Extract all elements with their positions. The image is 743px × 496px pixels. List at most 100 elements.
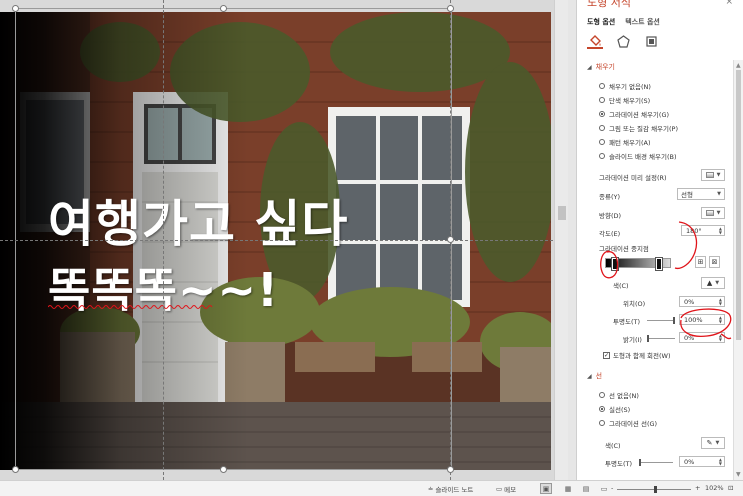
slide-sorter-icon[interactable]: ▦: [562, 483, 574, 494]
line-none-option[interactable]: 선 없음(N): [599, 390, 639, 400]
fill-none-option[interactable]: 채우기 없음(N): [599, 81, 651, 91]
reading-view-icon[interactable]: ▤: [580, 483, 592, 494]
radio-button-selected[interactable]: [599, 406, 605, 412]
scroll-thumb[interactable]: [736, 70, 741, 340]
resize-handle[interactable]: [12, 5, 19, 12]
spin-arrows-icon[interactable]: ▲ ▼: [719, 333, 722, 342]
gradient-stops-label: 그라데이션 중지점: [599, 245, 649, 253]
pane-scrollbar[interactable]: ▲ ▼: [733, 60, 743, 480]
fill-picture-option[interactable]: 그림 또는 질감 채우기(P): [599, 123, 678, 133]
spin-arrows-icon[interactable]: ▲ ▼: [719, 297, 722, 306]
pen-icon: ✎: [706, 439, 713, 447]
zoom-out-button[interactable]: -: [611, 484, 613, 492]
line-solid-option[interactable]: 실선(S): [599, 404, 630, 414]
slideshow-icon[interactable]: ▭: [598, 483, 610, 494]
color-picker-button[interactable]: ▲ ▼: [701, 277, 725, 289]
radio-button[interactable]: [599, 153, 605, 159]
tab-text-options[interactable]: 텍스트 옵션: [625, 17, 660, 27]
slider-knob[interactable]: [639, 459, 641, 466]
radio-button[interactable]: [599, 392, 605, 398]
checkmark-icon[interactable]: ✓: [603, 351, 610, 359]
size-properties-icon[interactable]: [643, 33, 659, 49]
fill-gradient-option[interactable]: 그라데이션 채우기(G): [599, 109, 669, 119]
zoom-in-button[interactable]: +: [695, 484, 700, 492]
resize-handle[interactable]: [12, 466, 19, 473]
canvas-scrollbar[interactable]: [554, 0, 568, 480]
comments-button[interactable]: ▭ 메모: [496, 484, 516, 494]
slider-knob[interactable]: [673, 317, 675, 324]
paint-bucket-icon: ▲: [706, 279, 713, 287]
resize-handle[interactable]: [220, 5, 227, 12]
position-label: 위치(O): [623, 300, 646, 308]
fill-solid-option[interactable]: 단색 채우기(S): [599, 95, 650, 105]
close-icon[interactable]: ×: [725, 0, 733, 7]
spin-arrows-icon[interactable]: ▲ ▼: [719, 315, 722, 324]
slide-title-line1[interactable]: 여행가고 싶다: [48, 184, 348, 256]
slide[interactable]: 여행가고 싶다 똑똑똑~~!: [0, 12, 551, 470]
brightness-slider[interactable]: [647, 335, 675, 342]
brightness-spinner[interactable]: 0% ▲ ▼: [679, 332, 725, 343]
zoom-level[interactable]: 102%: [705, 484, 724, 492]
spin-arrows-icon[interactable]: ▲ ▼: [719, 226, 722, 235]
line-color-button[interactable]: ✎ ▼: [701, 437, 725, 449]
fit-to-window-icon[interactable]: ⊡: [728, 484, 733, 492]
resize-handle[interactable]: [220, 466, 227, 473]
chevron-down-icon: ▼: [715, 440, 720, 446]
fill-background-option[interactable]: 슬라이드 배경 채우기(B): [599, 151, 676, 161]
line-section-header[interactable]: ◢ 선: [587, 371, 602, 381]
scroll-thumb[interactable]: [558, 206, 566, 220]
transparency-spinner[interactable]: 100% ▲ ▼: [679, 314, 725, 325]
radio-button-selected[interactable]: [599, 111, 605, 117]
normal-view-icon[interactable]: ▣: [540, 483, 552, 494]
notes-icon: ≐: [428, 485, 434, 493]
radio-button[interactable]: [599, 420, 605, 426]
angle-spinner[interactable]: 180° ▲ ▼: [681, 225, 725, 236]
spin-arrows-icon[interactable]: ▲ ▼: [719, 457, 722, 466]
slider-knob[interactable]: [654, 486, 657, 493]
notes-button[interactable]: ≐ 슬라이드 노트: [428, 484, 473, 494]
fill-section-header[interactable]: ◢ 채우기: [587, 62, 615, 72]
line-gradient-option[interactable]: 그라데이션 선(G): [599, 418, 657, 428]
gradient-preset-label: 그라데이션 미리 설정(R): [599, 174, 667, 182]
chevron-down-icon: ▼: [716, 210, 721, 216]
zoom-slider[interactable]: [617, 486, 691, 493]
direction-dropdown[interactable]: ▼: [701, 207, 725, 219]
line-transparency-slider[interactable]: [639, 459, 673, 466]
brightness-label: 밝기(I): [623, 336, 642, 344]
gradient-preset-dropdown[interactable]: ▼: [701, 169, 725, 181]
radio-button[interactable]: [599, 83, 605, 89]
swatch-icon: [705, 172, 714, 178]
color-label: 색(C): [613, 282, 629, 290]
add-stop-icon[interactable]: ⊞: [695, 256, 706, 268]
line-color-label: 색(C): [605, 442, 621, 450]
slider-knob[interactable]: [647, 335, 649, 342]
transparency-slider[interactable]: [647, 317, 675, 324]
resize-handle[interactable]: [447, 5, 454, 12]
collapse-triangle-icon: ◢: [587, 372, 592, 380]
radio-button[interactable]: [599, 97, 605, 103]
fill-line-icon[interactable]: [587, 33, 603, 49]
remove-stop-icon[interactable]: ⊠: [709, 256, 720, 268]
gradient-stops-bar[interactable]: [605, 257, 671, 271]
tab-shape-options[interactable]: 도형 옵션: [587, 17, 615, 27]
gradient-stop-handle[interactable]: [655, 257, 663, 271]
chevron-down-icon: ▼: [715, 280, 720, 286]
position-spinner[interactable]: 0% ▲ ▼: [679, 296, 725, 307]
chevron-down-icon: ▼: [717, 191, 721, 197]
resize-handle[interactable]: [447, 236, 454, 243]
line-transparency-spinner[interactable]: 0% ▲ ▼: [679, 456, 725, 467]
type-dropdown[interactable]: 선형 ▼: [677, 188, 725, 200]
radio-button[interactable]: [599, 139, 605, 145]
effects-icon[interactable]: [615, 33, 631, 49]
slide-canvas[interactable]: 여행가고 싶다 똑똑똑~~!: [0, 0, 568, 480]
fill-pattern-option[interactable]: 패턴 채우기(A): [599, 137, 651, 147]
resize-handle[interactable]: [447, 466, 454, 473]
spellcheck-underline: [48, 305, 213, 309]
gradient-stop-handle[interactable]: [611, 257, 619, 271]
chevron-down-icon: ▼: [716, 172, 721, 178]
scroll-down-icon[interactable]: ▼: [736, 471, 741, 478]
scroll-up-icon[interactable]: ▲: [736, 62, 741, 69]
radio-button[interactable]: [599, 125, 605, 131]
rotate-with-shape-checkbox[interactable]: ✓ 도형과 함께 회전(W): [603, 350, 671, 360]
collapse-triangle-icon: ◢: [587, 63, 592, 71]
